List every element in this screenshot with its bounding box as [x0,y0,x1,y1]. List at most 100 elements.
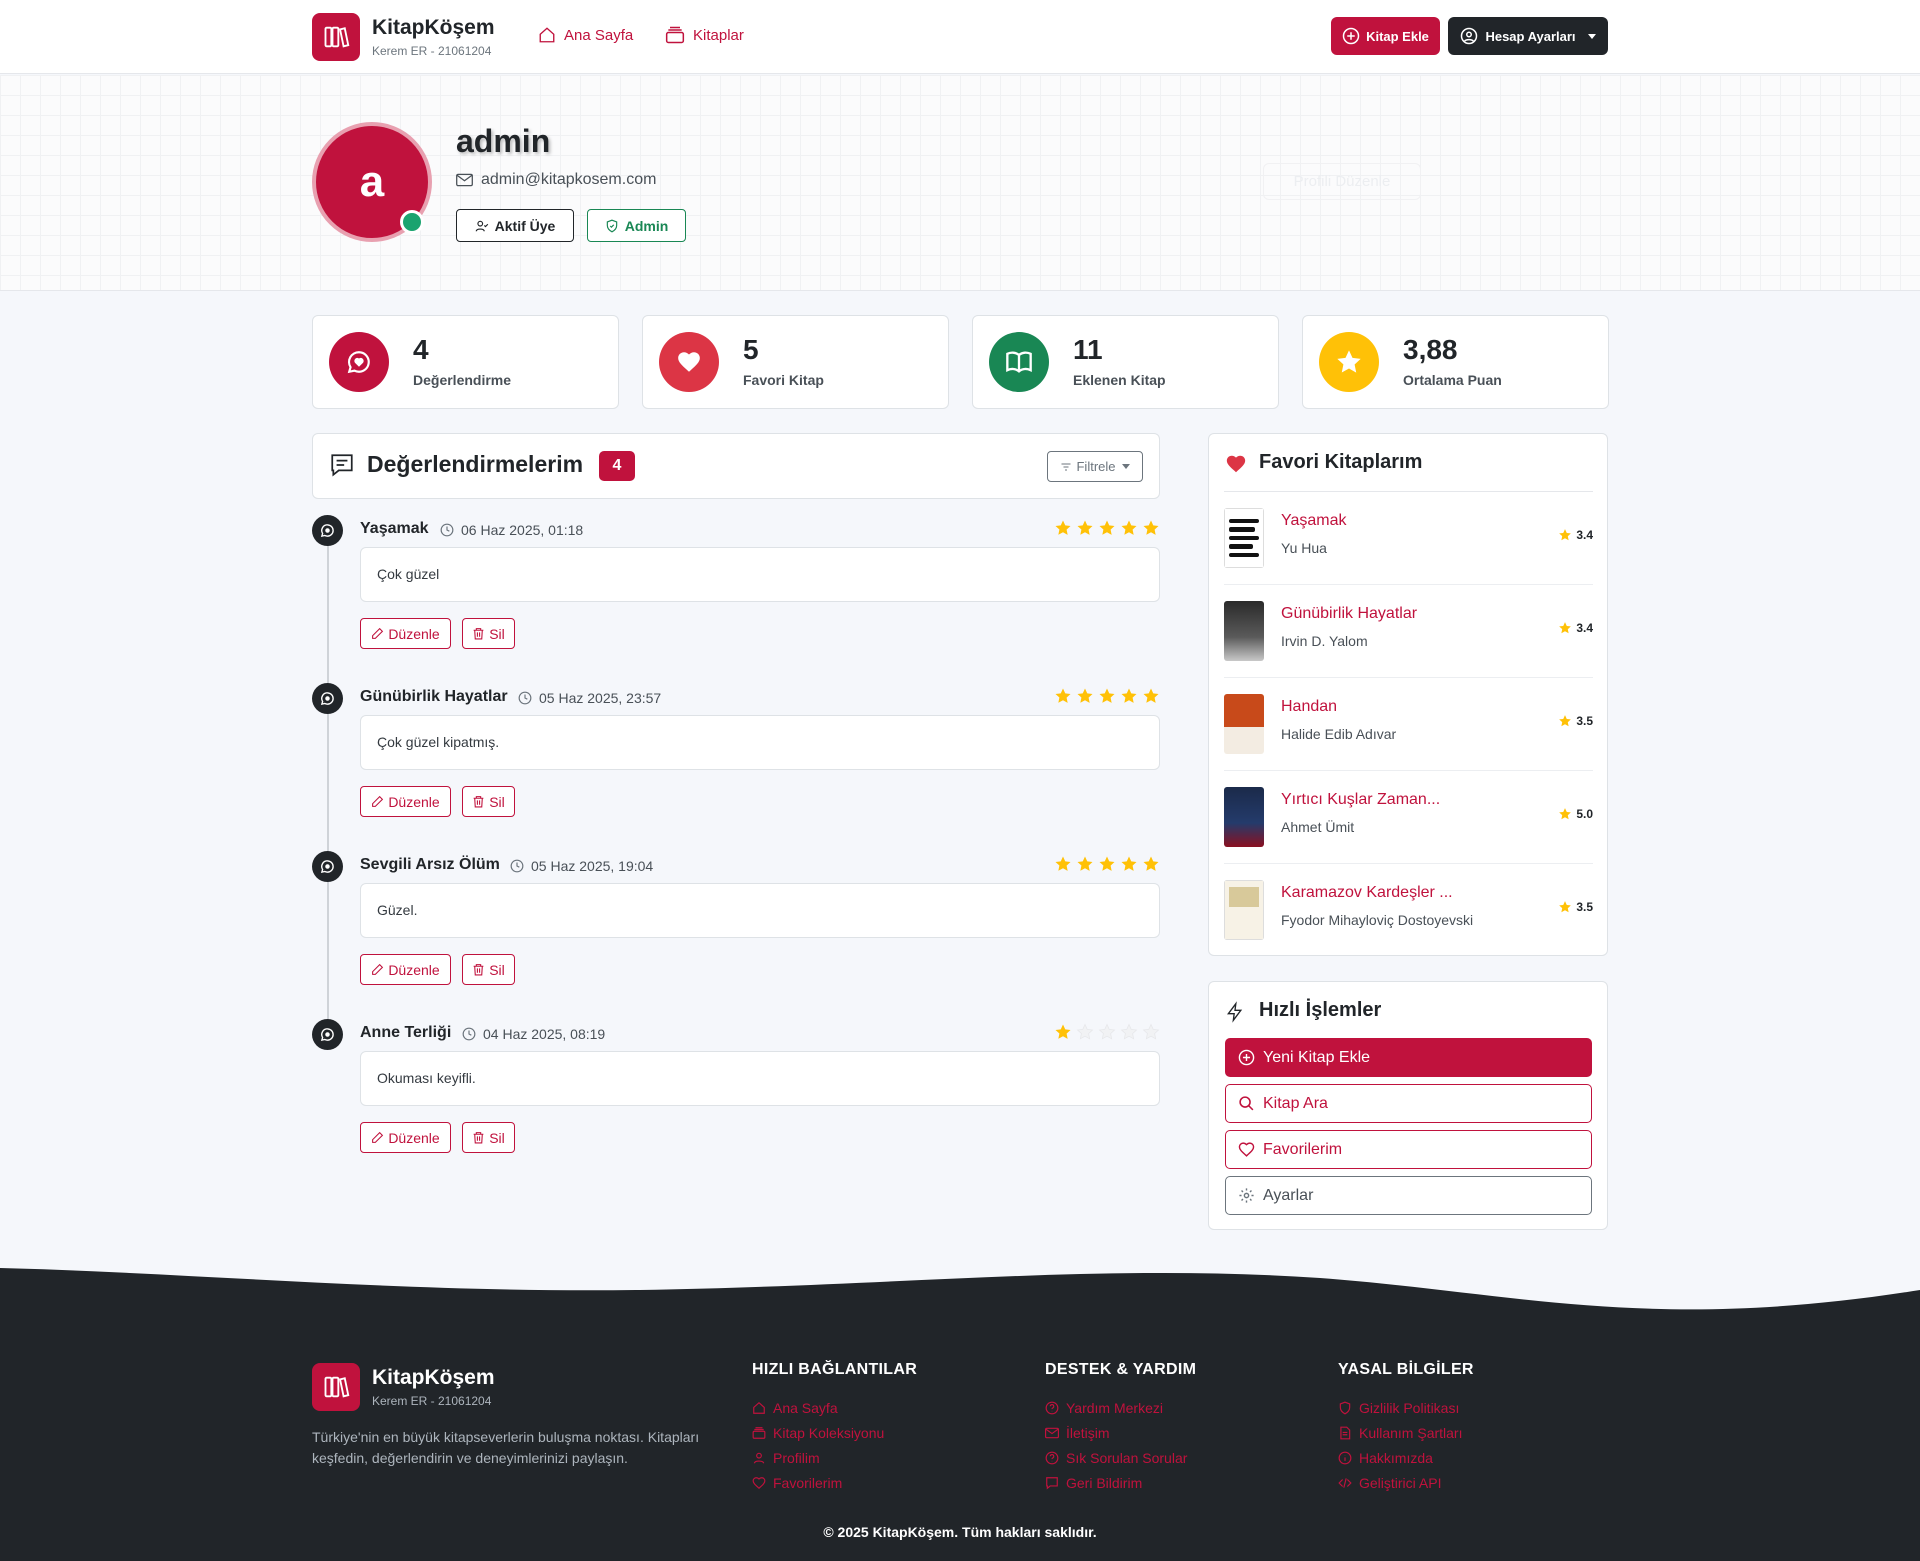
footer-link-label: Geliştirici API [1359,1474,1442,1491]
review-book-title[interactable]: Anne Terliği [360,1024,451,1042]
favorite-book-item[interactable]: Handan Halide Edib Adıvar 3.5 [1224,678,1593,771]
stat-card-added-books: 11 Eklenen Kitap [972,315,1279,409]
footer-link-label: Geri Bildirim [1066,1474,1143,1491]
account-settings-label: Hesap Ayarları [1485,28,1576,44]
review-book-title[interactable]: Günübirlik Hayatlar [360,688,508,706]
brand-subtitle: Kerem ER - 21061204 [372,44,492,58]
favorite-book-item[interactable]: Yırtıcı Kuşlar Zaman... Ahmet Ümit 5.0 [1224,771,1593,864]
brand[interactable]: KitapKöşem Kerem ER - 21061204 [312,13,495,61]
star-icon [1319,332,1379,392]
favorites-button[interactable]: Favorilerim [1225,1130,1592,1169]
footer-link-api[interactable]: Geliştirici API [1338,1470,1474,1495]
add-book-label: Kitap Ekle [1366,28,1429,44]
star-filled-icon [1559,529,1572,541]
footer-link-favorites[interactable]: Favorilerim [752,1470,917,1495]
edit-review-button[interactable]: Düzenle [360,954,451,985]
edit-review-button[interactable]: Düzenle [360,1122,451,1153]
footer-column-title: YASAL BİLGİLER [1338,1361,1474,1378]
footer-link-label: Yardım Merkezi [1066,1399,1163,1416]
new-book-button[interactable]: Yeni Kitap Ekle [1225,1038,1592,1077]
favorite-book-item[interactable]: Karamazov Kardeşler ... Fyodor Mihaylovi… [1224,864,1593,957]
review-date: 05 Haz 2025, 23:57 [518,690,661,706]
footer-link-collection[interactable]: Kitap Koleksiyonu [752,1420,917,1445]
footer-link-label: Hakkımızda [1359,1449,1433,1466]
footer-link-faq[interactable]: Sık Sorulan Sorular [1045,1445,1196,1470]
collection-icon [752,1426,766,1439]
chat-text-icon [331,454,353,477]
profile-username: admin [456,123,551,159]
timeline-dot-icon [312,851,343,882]
account-settings-dropdown[interactable]: Hesap Ayarları [1448,17,1608,55]
favorite-book-item[interactable]: Günübirlik Hayatlar Irvin D. Yalom 3.4 [1224,585,1593,678]
delete-review-button[interactable]: Sil [462,1122,515,1153]
book-cover-image [1224,601,1264,661]
favorite-book-title[interactable]: Yırtıcı Kuşlar Zaman... [1281,791,1440,809]
favorite-book-rating: 3.5 [1558,900,1593,914]
delete-review-label: Sil [489,961,505,978]
edit-review-button[interactable]: Düzenle [360,618,451,649]
nav-books-link[interactable]: Kitaplar [665,26,744,44]
favorite-book-title[interactable]: Handan [1281,698,1337,716]
nav-home-label: Ana Sayfa [564,26,634,44]
favorite-book-rating-value: 3.5 [1576,900,1593,914]
favorite-book-author: Ahmet Ümit [1281,819,1355,835]
filter-icon [1061,463,1071,470]
delete-review-button[interactable]: Sil [462,618,515,649]
edit-profile-button[interactable]: Profili Düzenle [1263,163,1421,200]
nav-home-link[interactable]: Ana Sayfa [538,26,633,44]
review-date: 05 Haz 2025, 19:04 [510,858,653,874]
info-circle-icon [1338,1451,1352,1464]
footer-link-help[interactable]: Yardım Merkezi [1045,1395,1196,1420]
footer-link-terms[interactable]: Kullanım Şartları [1338,1420,1474,1445]
code-icon [1338,1477,1352,1488]
favorite-book-item[interactable]: Yaşamak Yu Hua 3.4 [1224,492,1593,585]
footer-link-feedback[interactable]: Geri Bildirim [1045,1470,1196,1495]
reviews-header: Değerlendirmelerim 4 Filtrele [312,433,1160,499]
lightning-icon [1227,1001,1243,1023]
copyright: © 2025 KitapKöşem. Tüm hakları saklıdır. [823,1524,1097,1540]
star-filled-icon [1099,520,1115,535]
delete-review-label: Sil [489,625,505,642]
favorite-book-title[interactable]: Yaşamak [1281,512,1347,530]
new-book-label: Yeni Kitap Ekle [1263,1048,1371,1066]
favorite-book-title[interactable]: Karamazov Kardeşler ... [1281,884,1453,902]
star-filled-icon [1121,688,1137,703]
clock-icon [518,691,532,705]
timeline-dot-icon [312,515,343,546]
settings-button[interactable]: Ayarlar [1225,1176,1592,1215]
star-empty-icon [1076,1023,1094,1040]
house-icon [753,1401,765,1414]
delete-review-button[interactable]: Sil [462,954,515,985]
review-book-title[interactable]: Yaşamak [360,520,429,538]
clock-icon [440,523,454,537]
delete-review-button[interactable]: Sil [462,786,515,817]
collection-icon [665,26,685,44]
footer-link-profile[interactable]: Profilim [752,1445,917,1470]
book-cover-image [1224,508,1264,568]
user-circle-icon [1461,27,1478,45]
heart-icon [659,332,719,392]
add-book-button[interactable]: Kitap Ekle [1331,17,1440,55]
house-icon [539,27,555,43]
search-book-button[interactable]: Kitap Ara [1225,1084,1592,1123]
edit-review-button[interactable]: Düzenle [360,786,451,817]
settings-label: Ayarlar [1263,1186,1314,1204]
star-filled-icon [1077,688,1093,703]
footer-link-privacy[interactable]: Gizlilik Politikası [1338,1395,1474,1420]
review-book-title[interactable]: Sevgili Arsız Ölüm [360,856,500,874]
favorites-panel: Favori Kitaplarım Yaşamak Yu Hua 3.4 Gün… [1208,433,1608,956]
review-rating [1050,687,1160,705]
favorite-book-title[interactable]: Günübirlik Hayatlar [1281,605,1417,623]
plus-circle-icon [1238,1049,1255,1066]
footer-brand-title: KitapKöşem [372,1366,495,1389]
question-circle-icon [1045,1401,1059,1414]
footer-column-title: DESTEK & YARDIM [1045,1361,1197,1378]
stat-label: Ortalama Puan [1403,372,1502,388]
footer-link-about[interactable]: Hakkımızda [1338,1445,1474,1470]
edit-review-label: Düzenle [388,1129,440,1146]
footer-link-contact[interactable]: İletişim [1045,1420,1196,1445]
footer-link-home[interactable]: Ana Sayfa [752,1395,917,1420]
filter-dropdown[interactable]: Filtrele [1047,451,1143,482]
footer-brand[interactable]: KitapKöşem Kerem ER - 21061204 [312,1363,495,1411]
favorite-book-author: Irvin D. Yalom [1281,633,1368,649]
